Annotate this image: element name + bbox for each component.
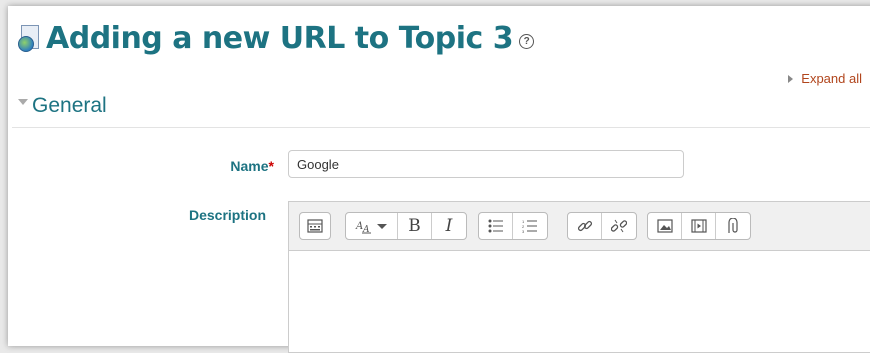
link-button[interactable] <box>568 213 602 239</box>
expand-all-label[interactable]: Expand all <box>801 71 862 86</box>
section-general-header[interactable]: General <box>18 94 107 118</box>
unlink-icon <box>611 219 627 233</box>
link-icon <box>577 220 592 232</box>
description-editor[interactable]: A A B I 1 2 3 <box>288 201 870 353</box>
manage-files-icon <box>728 218 738 233</box>
name-input[interactable] <box>288 150 684 178</box>
toolbar-group-1 <box>299 212 331 240</box>
help-icon[interactable]: ? <box>519 33 535 49</box>
font-style-button[interactable]: A A <box>346 213 398 239</box>
description-label: Description <box>188 207 266 223</box>
editor-toolbar: A A B I 1 2 3 <box>289 202 870 251</box>
name-label: Name* <box>158 158 274 174</box>
toolbar-group-4 <box>567 212 637 240</box>
section-title[interactable]: General <box>32 94 107 118</box>
manage-files-button[interactable] <box>716 213 750 239</box>
unlink-button[interactable] <box>602 213 636 239</box>
svg-text:3: 3 <box>522 229 525 233</box>
expand-all-link[interactable]: Expand all <box>788 71 862 86</box>
font-style-icon: A A <box>355 221 387 234</box>
required-marker: * <box>268 158 274 174</box>
page-title: Adding a new URL to Topic 3 <box>46 20 514 56</box>
toolbar-toggle-icon <box>307 219 323 233</box>
toolbar-group-5 <box>647 212 751 240</box>
editor-content-area[interactable] <box>289 251 870 351</box>
section-divider <box>12 127 870 128</box>
toolbar-group-3: 1 2 3 <box>478 212 548 240</box>
italic-icon: I <box>445 216 453 236</box>
page: Adding a new URL to Topic 3 ? Expand all… <box>8 6 870 353</box>
bold-button[interactable]: B <box>398 213 432 239</box>
url-resource-icon <box>18 25 40 52</box>
bulleted-list-icon <box>488 219 503 233</box>
toolbar-group-2: A A B I <box>345 212 467 240</box>
image-icon <box>656 219 673 233</box>
name-label-text: Name <box>230 158 269 174</box>
svg-text:A: A <box>355 221 363 232</box>
italic-button[interactable]: I <box>432 213 466 239</box>
bold-icon: B <box>408 216 421 236</box>
media-icon <box>690 219 707 233</box>
toolbar-toggle-button[interactable] <box>300 213 330 239</box>
image-button[interactable] <box>648 213 682 239</box>
media-button[interactable] <box>682 213 716 239</box>
numbered-list-button[interactable]: 1 2 3 <box>513 213 547 239</box>
expand-triangle-icon <box>788 74 794 83</box>
page-title-row: Adding a new URL to Topic 3 ? <box>18 20 535 56</box>
numbered-list-icon: 1 2 3 <box>522 219 537 233</box>
collapse-triangle-icon[interactable] <box>18 99 28 105</box>
bulleted-list-button[interactable] <box>479 213 513 239</box>
